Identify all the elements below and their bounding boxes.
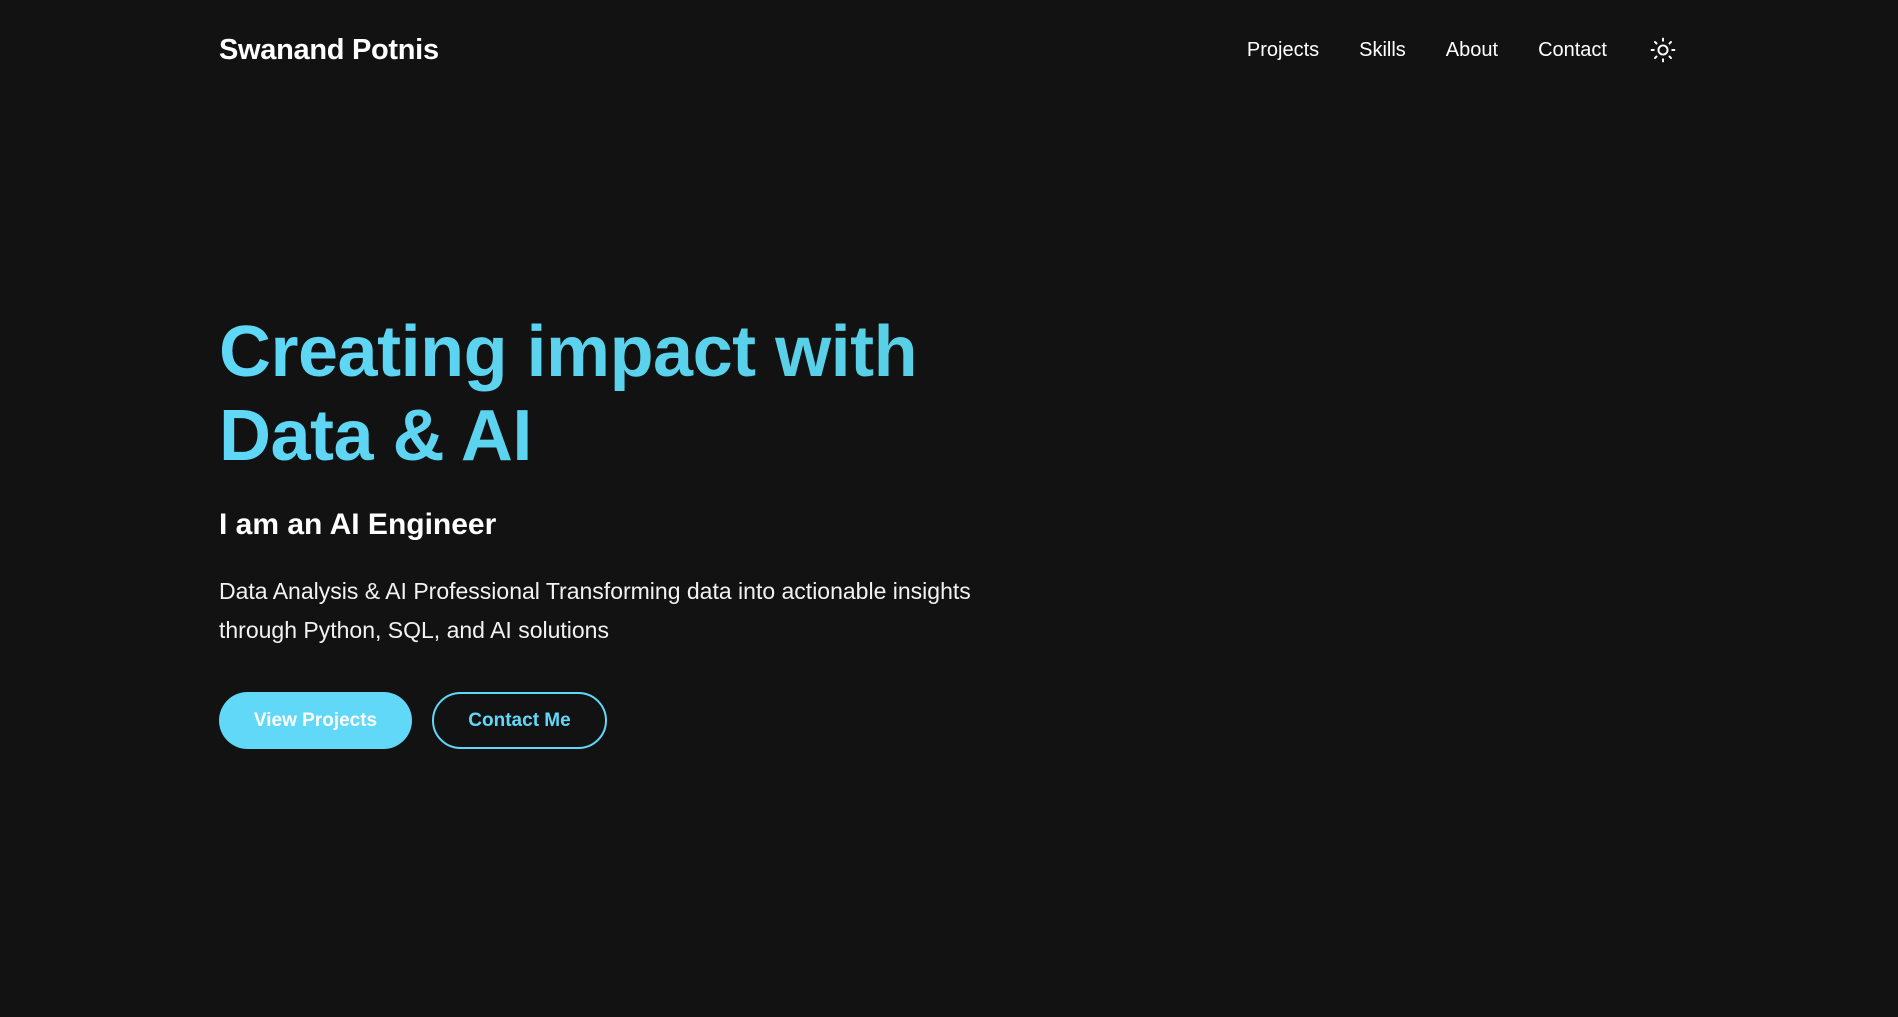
hero-headline-line1: Creating impact with: [219, 312, 918, 392]
nav-link-contact[interactable]: Contact: [1538, 39, 1607, 62]
nav-link-projects[interactable]: Projects: [1247, 39, 1319, 62]
theme-toggle-button[interactable]: [1647, 34, 1679, 66]
hero-headline-line2: Data & AI: [219, 396, 532, 476]
site-header: Swanand Potnis Projects Skills About Con…: [219, 28, 1679, 72]
hero-section: Creating impact with Data & AI I am an A…: [219, 310, 1119, 749]
hero-headline: Creating impact with Data & AI: [219, 310, 1119, 478]
page: Swanand Potnis Projects Skills About Con…: [0, 0, 1898, 1017]
hero-description: Data Analysis & AI Professional Transfor…: [219, 578, 971, 643]
nav-link-skills[interactable]: Skills: [1359, 39, 1406, 62]
hero-subheadline: I am an AI Engineer: [219, 508, 497, 541]
nav-link-about[interactable]: About: [1446, 39, 1498, 62]
contact-me-button[interactable]: Contact Me: [432, 692, 607, 749]
brand-logo-text[interactable]: Swanand Potnis: [219, 34, 439, 67]
main-nav: Projects Skills About Contact: [1247, 34, 1679, 66]
view-projects-button[interactable]: View Projects: [219, 692, 412, 749]
sun-icon: [1650, 37, 1676, 63]
hero-actions: View Projects Contact Me: [219, 692, 1119, 749]
